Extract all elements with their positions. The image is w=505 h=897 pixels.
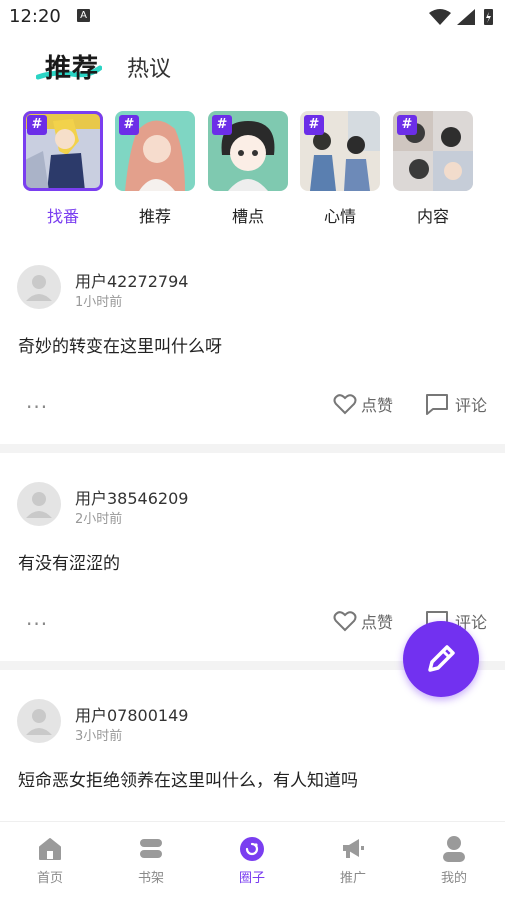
category-label: 心情 xyxy=(323,207,356,226)
nav-circle[interactable]: 圈子 xyxy=(212,834,292,886)
category-item-complaint[interactable]: # 槽点 xyxy=(207,111,289,227)
post-card[interactable]: 用户42272794 1小时前 奇妙的转变在这里叫什么呀 ··· 点赞 评论 xyxy=(0,265,505,445)
nav-promote[interactable]: 推广 xyxy=(313,834,393,886)
tab-hot-discussion[interactable]: 热议 xyxy=(127,51,171,83)
category-thumbnail: # xyxy=(208,111,288,191)
post-time: 2小时前 xyxy=(75,512,123,527)
post-card[interactable]: 用户07800149 3小时前 短命恶女拒绝领养在这里叫什么，有人知道吗 xyxy=(0,699,505,819)
category-list: # 找番 # 推荐 # 槽点 # 心情 # 内容 xyxy=(0,111,505,231)
category-label: 内容 xyxy=(416,207,449,226)
category-thumbnail: # xyxy=(300,111,380,191)
comment-button[interactable]: 评论 xyxy=(425,391,487,417)
category-item-content[interactable]: # 内容 xyxy=(392,111,474,227)
like-button[interactable]: 点赞 xyxy=(333,391,393,417)
category-hash-badge: # xyxy=(212,115,232,135)
nav-label: 首页 xyxy=(36,871,63,886)
nav-home[interactable]: 首页 xyxy=(10,834,90,886)
comment-label: 评论 xyxy=(455,396,488,415)
nav-bookshelf[interactable]: 书架 xyxy=(111,834,191,886)
comment-icon xyxy=(426,394,448,415)
category-hash-badge: # xyxy=(119,115,139,135)
post-divider xyxy=(0,444,505,453)
home-icon xyxy=(39,838,61,860)
username[interactable]: 用户38546209 xyxy=(75,485,188,509)
category-item-find[interactable]: # 找番 xyxy=(22,111,104,227)
category-hash-badge: # xyxy=(27,115,47,135)
profile-icon xyxy=(443,836,465,862)
post-time: 1小时前 xyxy=(75,295,123,310)
avatar[interactable] xyxy=(17,482,61,526)
post-content[interactable]: 有没有涩涩的 xyxy=(18,549,120,574)
like-button[interactable]: 点赞 xyxy=(333,608,393,634)
post-time: 3小时前 xyxy=(75,729,123,744)
category-thumbnail: # xyxy=(115,111,195,191)
signal-icon xyxy=(457,9,475,25)
category-label: 槽点 xyxy=(231,207,264,226)
category-hash-badge: # xyxy=(304,115,324,135)
nav-label: 书架 xyxy=(137,871,164,886)
nav-label: 圈子 xyxy=(238,871,265,886)
nav-label: 推广 xyxy=(339,871,366,886)
notification-a-icon: A xyxy=(77,9,90,22)
post-content[interactable]: 奇妙的转变在这里叫什么呀 xyxy=(18,332,222,357)
circle-icon xyxy=(240,837,264,861)
pencil-icon xyxy=(428,645,455,672)
like-label: 点赞 xyxy=(361,396,394,415)
avatar[interactable] xyxy=(17,699,61,743)
category-thumbnail: # xyxy=(393,111,473,191)
category-item-recommend[interactable]: # 推荐 xyxy=(114,111,196,227)
compose-button[interactable] xyxy=(403,621,479,697)
username[interactable]: 用户42272794 xyxy=(75,268,188,292)
category-thumbnail: # xyxy=(23,111,103,191)
like-label: 点赞 xyxy=(361,613,394,632)
more-options-button[interactable]: ··· xyxy=(26,395,48,419)
megaphone-icon xyxy=(343,839,364,858)
category-hash-badge: # xyxy=(397,115,417,135)
tab-recommend[interactable]: 推荐 xyxy=(45,48,99,85)
avatar[interactable] xyxy=(17,265,61,309)
header-tabs: 推荐 热议 xyxy=(0,40,505,96)
status-time: 12:20 xyxy=(9,6,61,27)
nav-label: 我的 xyxy=(440,871,467,886)
status-bar: 12:20 A xyxy=(0,0,505,34)
category-label: 推荐 xyxy=(138,207,171,226)
wifi-icon xyxy=(429,9,451,25)
more-options-button[interactable]: ··· xyxy=(26,612,48,636)
category-label: 找番 xyxy=(46,207,79,226)
post-content[interactable]: 短命恶女拒绝领养在这里叫什么，有人知道吗 xyxy=(18,766,358,791)
heart-icon xyxy=(333,394,357,415)
status-icons xyxy=(429,9,493,25)
category-item-mood[interactable]: # 心情 xyxy=(299,111,381,227)
bottom-nav: 首页 书架 圈子 推广 我的 xyxy=(0,821,505,897)
username[interactable]: 用户07800149 xyxy=(75,702,188,726)
bookshelf-icon xyxy=(140,839,162,858)
heart-icon xyxy=(333,611,357,632)
nav-profile[interactable]: 我的 xyxy=(414,834,494,886)
